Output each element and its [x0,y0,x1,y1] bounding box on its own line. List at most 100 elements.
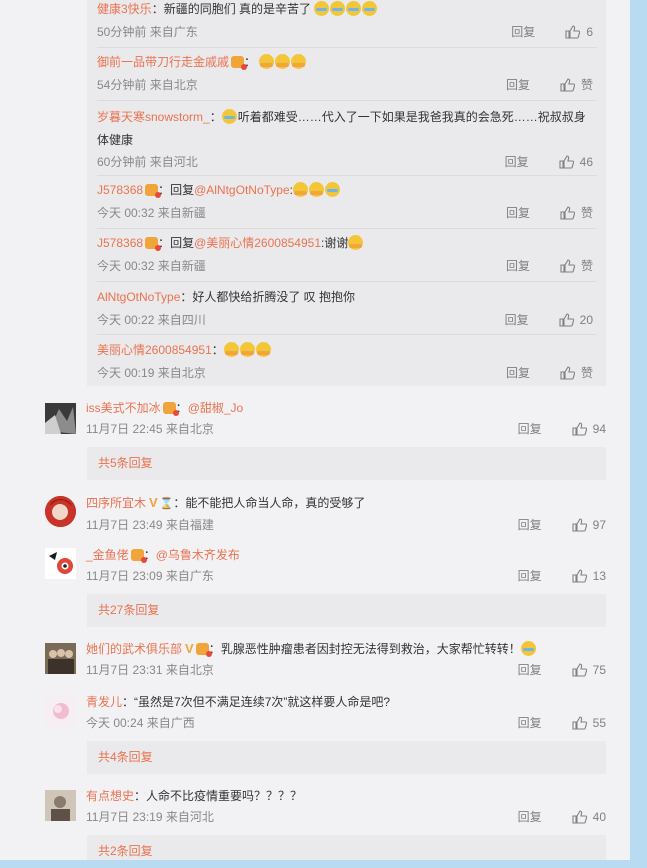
expand-replies-button[interactable]: 共4条回复 [87,741,606,774]
like-icon[interactable] [572,663,587,677]
reply-user-link[interactable]: AlNtgOtNoType [97,290,180,304]
like-count: 75 [592,662,606,677]
comment-source: 来自北京 [165,663,214,677]
avatar[interactable] [45,496,76,527]
reply-button[interactable]: 回复 [506,258,530,275]
avatar[interactable] [45,696,76,727]
reply-user-link[interactable]: J578368 [97,183,143,197]
avatar[interactable] [45,643,76,674]
reply-source: 来自河北 [149,155,198,169]
mention-link[interactable]: @美丽心情2600854951 [194,236,321,250]
like-icon[interactable] [559,155,574,169]
like-icon[interactable] [572,422,587,436]
avatar[interactable] [45,548,76,579]
comment-user-link[interactable]: _金鱼佬 [86,548,129,562]
reply-text: 回复 [170,236,195,250]
expand-replies-button[interactable]: 共2条回复 [87,835,606,860]
reply-time: 今天 00:19 [97,366,155,380]
like-icon[interactable] [560,259,575,273]
reply-item: J578368 ：回复@美丽心情2600854951:谢谢 今天 00:32 来自… [97,235,597,275]
like-count: 97 [592,517,606,532]
reply-source: 来自广东 [149,25,198,39]
comment-item: _金鱼佬 ：@乌鲁木齐发布 11月7日 23:09 来自广东 回复 13 [86,547,606,585]
comment-time: 11月7日 23:19 [86,810,163,824]
comment-source: 来自广西 [146,716,195,730]
reply-button[interactable]: 回复 [506,365,530,382]
reply-item: AlNtgOtNoType：好人都快给折腾没了 叹 抱抱你 今天 00:22 来… [97,289,597,329]
mention-link[interactable]: @AlNtgOtNoType [194,183,290,197]
reply-time: 今天 00:22 [97,313,155,327]
reply-user-link[interactable]: 健康3快乐 [97,2,152,16]
comment-time: 今天 00:24 [86,716,144,730]
reply-user-link[interactable]: 岁暮天寒snowstorm_ [97,110,210,124]
like-count: 13 [592,568,606,583]
like-icon[interactable] [572,716,587,730]
reply-time: 50分钟前 [97,25,147,39]
reply-button[interactable]: 回复 [518,662,542,679]
mention-link[interactable]: @甜椒_Jo [188,401,244,415]
reply-user-link[interactable]: 御前一品带刀行走金戚戚 [97,55,229,69]
hug-emoji-icon [292,182,341,197]
reply-separator: ： [151,2,164,16]
reply-text: 回复 [170,183,195,197]
fan-badge-icon [145,237,162,251]
like-count: 46 [579,154,593,169]
comment-text: 能不能把人命当人命，真的受够了 [185,496,366,510]
comment-time: 11月7日 23:49 [86,518,163,532]
reply-user-link[interactable]: J578368 [97,236,143,250]
like-icon[interactable] [560,206,575,220]
reply-item: 美丽心情2600854951： 今天 00:19 来自北京 回复 赞 [97,342,597,382]
reply-button[interactable]: 回复 [518,715,542,732]
like-icon[interactable] [560,78,575,92]
like-icon[interactable] [559,313,574,327]
divider [97,228,597,229]
crying-emoji-icon [520,641,536,656]
comment-card: 健康3快乐：新疆的同胞们 真的是辛苦了 50分钟前 来自广东 回复 6 御前一品… [0,0,630,860]
reply-separator: ： [209,110,222,124]
comment-user-link[interactable]: 青发儿 [86,695,122,709]
reply-item: 岁暮天寒snowstorm_： 听着都难受……代入了一下如果是我爸我真的会急死……… [97,106,597,171]
reply-separator: ： [211,343,224,357]
comment-user-link[interactable]: 有点想史 [86,789,134,803]
reply-button[interactable]: 回复 [518,517,542,534]
expand-replies-button[interactable]: 共27条回复 [87,594,606,627]
reply-source: 来自新疆 [157,206,206,220]
comment-separator: ： [173,496,186,510]
divider [97,100,597,101]
reply-button[interactable]: 回复 [511,24,535,41]
reply-button[interactable]: 回复 [506,77,530,94]
fan-badge-icon [195,643,212,657]
reply-time: 60分钟前 [97,155,147,169]
reply-time: 今天 00:32 [97,259,155,273]
avatar[interactable] [45,403,76,434]
reply-user-link[interactable]: 美丽心情2600854951 [97,343,212,357]
comment-user-link[interactable]: 她们的武术俱乐部 [86,642,182,656]
comment-user-link[interactable]: 四序所宜木 [86,496,146,510]
avatar[interactable] [45,790,76,821]
reply-button[interactable]: 回复 [505,154,529,171]
comment-separator: ： [134,789,147,803]
reply-button[interactable]: 回复 [518,421,542,438]
reply-source: 来自四川 [157,313,206,327]
expand-replies-button[interactable]: 共5条回复 [87,447,606,480]
mention-link[interactable]: @乌鲁木齐发布 [156,548,240,562]
like-icon[interactable] [560,366,575,380]
divider [97,47,597,48]
like-icon[interactable] [572,810,587,824]
like-count: 94 [592,421,606,436]
crying-emoji-icon [314,1,378,16]
like-count: 赞 [580,77,593,92]
reply-button[interactable]: 回复 [518,809,542,826]
reply-text-after: :谢谢 [321,236,349,250]
like-icon[interactable] [572,518,587,532]
reply-button[interactable]: 回复 [518,568,542,585]
like-icon[interactable] [565,25,581,39]
reply-button[interactable]: 回复 [506,205,530,222]
comment-user-link[interactable]: iss美式不加冰 [86,401,161,415]
fan-badge-icon [145,184,162,198]
like-icon[interactable] [572,569,587,583]
fan-badge-icon [162,402,179,416]
reply-button[interactable]: 回复 [505,312,529,329]
divider [97,334,597,335]
like-count: 赞 [580,205,593,220]
